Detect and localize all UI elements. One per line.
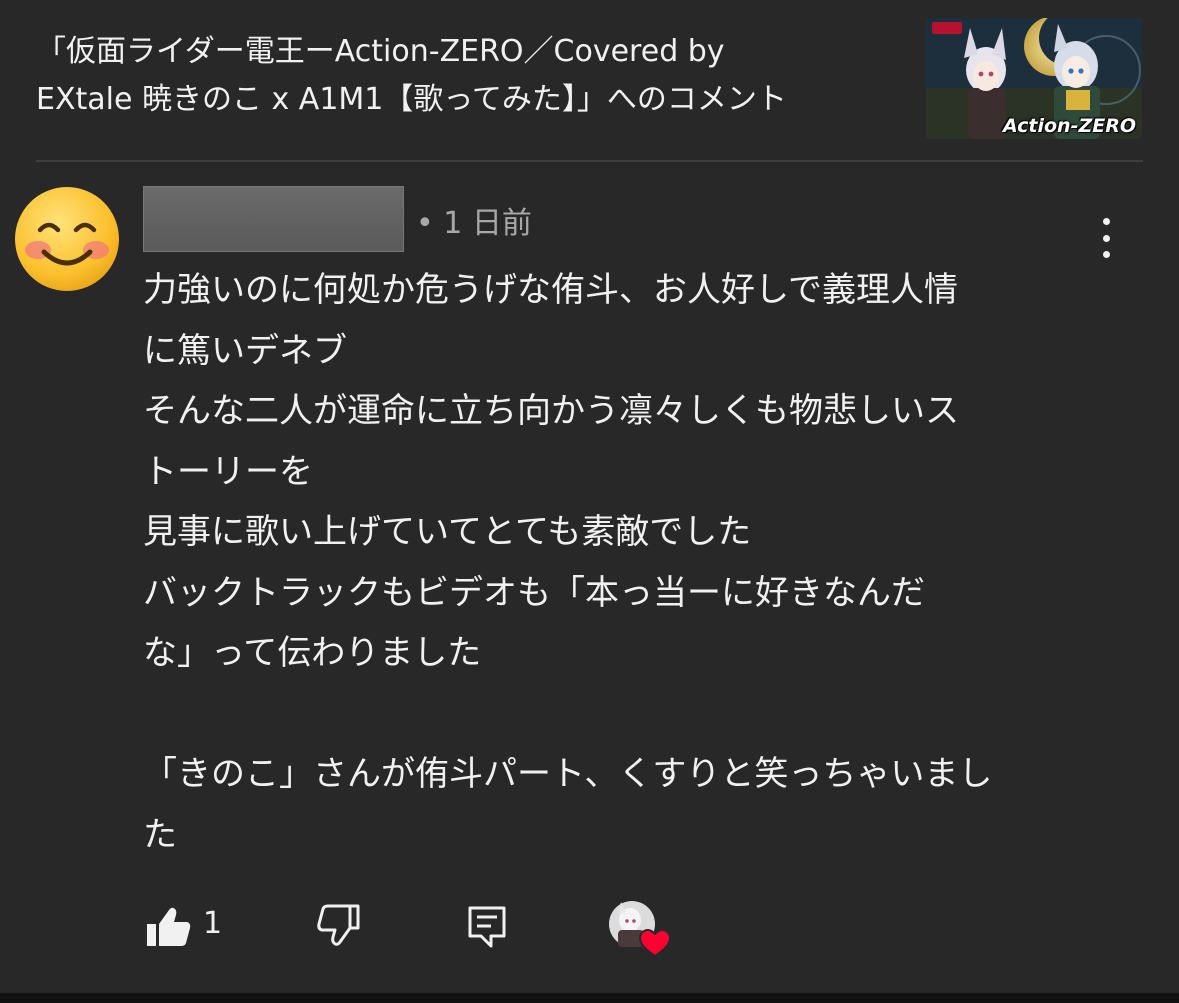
like-count: 1 <box>203 906 223 941</box>
comment-line: バックトラックもビデオも「本っ当ーに好きなんだ <box>143 572 925 613</box>
reply-button[interactable] <box>465 902 509 950</box>
comment-line: な」って伝わりました <box>143 633 482 673</box>
thumbnail-title-text: Action-ZERO <box>1003 115 1136 137</box>
comment-actions: 1 <box>0 890 1179 970</box>
smiling-face-emoji-icon <box>15 187 119 291</box>
comment-line: トーリーを <box>143 451 313 492</box>
dot <box>1102 218 1110 225</box>
header-divider <box>36 160 1143 162</box>
comment-line <box>143 684 1103 745</box>
bottom-edge <box>0 993 1179 1003</box>
comment-line: た <box>143 814 177 855</box>
dot <box>1102 234 1110 242</box>
like-button[interactable] <box>145 902 193 950</box>
author-avatar[interactable] <box>14 186 120 292</box>
comment-line: 「きのこ」さんが侑斗パート、くすりと笑っちゃいまし <box>143 754 993 794</box>
comment-line: 見事に歌い上げていてとても素敵でした <box>143 512 752 552</box>
reply-comment-icon <box>468 906 506 948</box>
comment-timestamp: • 1 日前 <box>416 206 532 241</box>
dot <box>1102 251 1110 258</box>
comment-text: 力強いのに何処か危うげな侑斗、お人好しで義理人情 に篤いデネブ そんな二人が運命… <box>143 260 1103 865</box>
comment-line: 力強いのに何処か危うげな侑斗、お人好しで義理人情 <box>143 270 958 310</box>
comment-line: に篤いデネブ <box>143 330 347 371</box>
creator-heart-icon <box>609 901 672 958</box>
comment-line: そんな二人が運命に立ち向かう凛々しくも物悲しいス <box>143 391 959 431</box>
video-title[interactable]: 「仮面ライダー電王ーAction-ZERO／Covered by EXtale … <box>36 28 896 124</box>
video-title-line-1: 「仮面ライダー電王ーAction-ZERO／Covered by <box>36 34 725 69</box>
video-title-line-2: EXtale 暁きのこ x A1M1【歌ってみた】」へのコメント <box>36 82 787 117</box>
video-thumbnail[interactable]: Action-ZERO <box>926 18 1142 139</box>
thumbs-down-icon <box>317 904 360 946</box>
thumbs-up-icon <box>147 907 191 946</box>
dislike-button[interactable] <box>313 902 361 950</box>
creator-heart-badge <box>608 900 672 960</box>
more-options-button[interactable] <box>1086 214 1126 262</box>
author-name-redacted[interactable] <box>143 186 404 252</box>
